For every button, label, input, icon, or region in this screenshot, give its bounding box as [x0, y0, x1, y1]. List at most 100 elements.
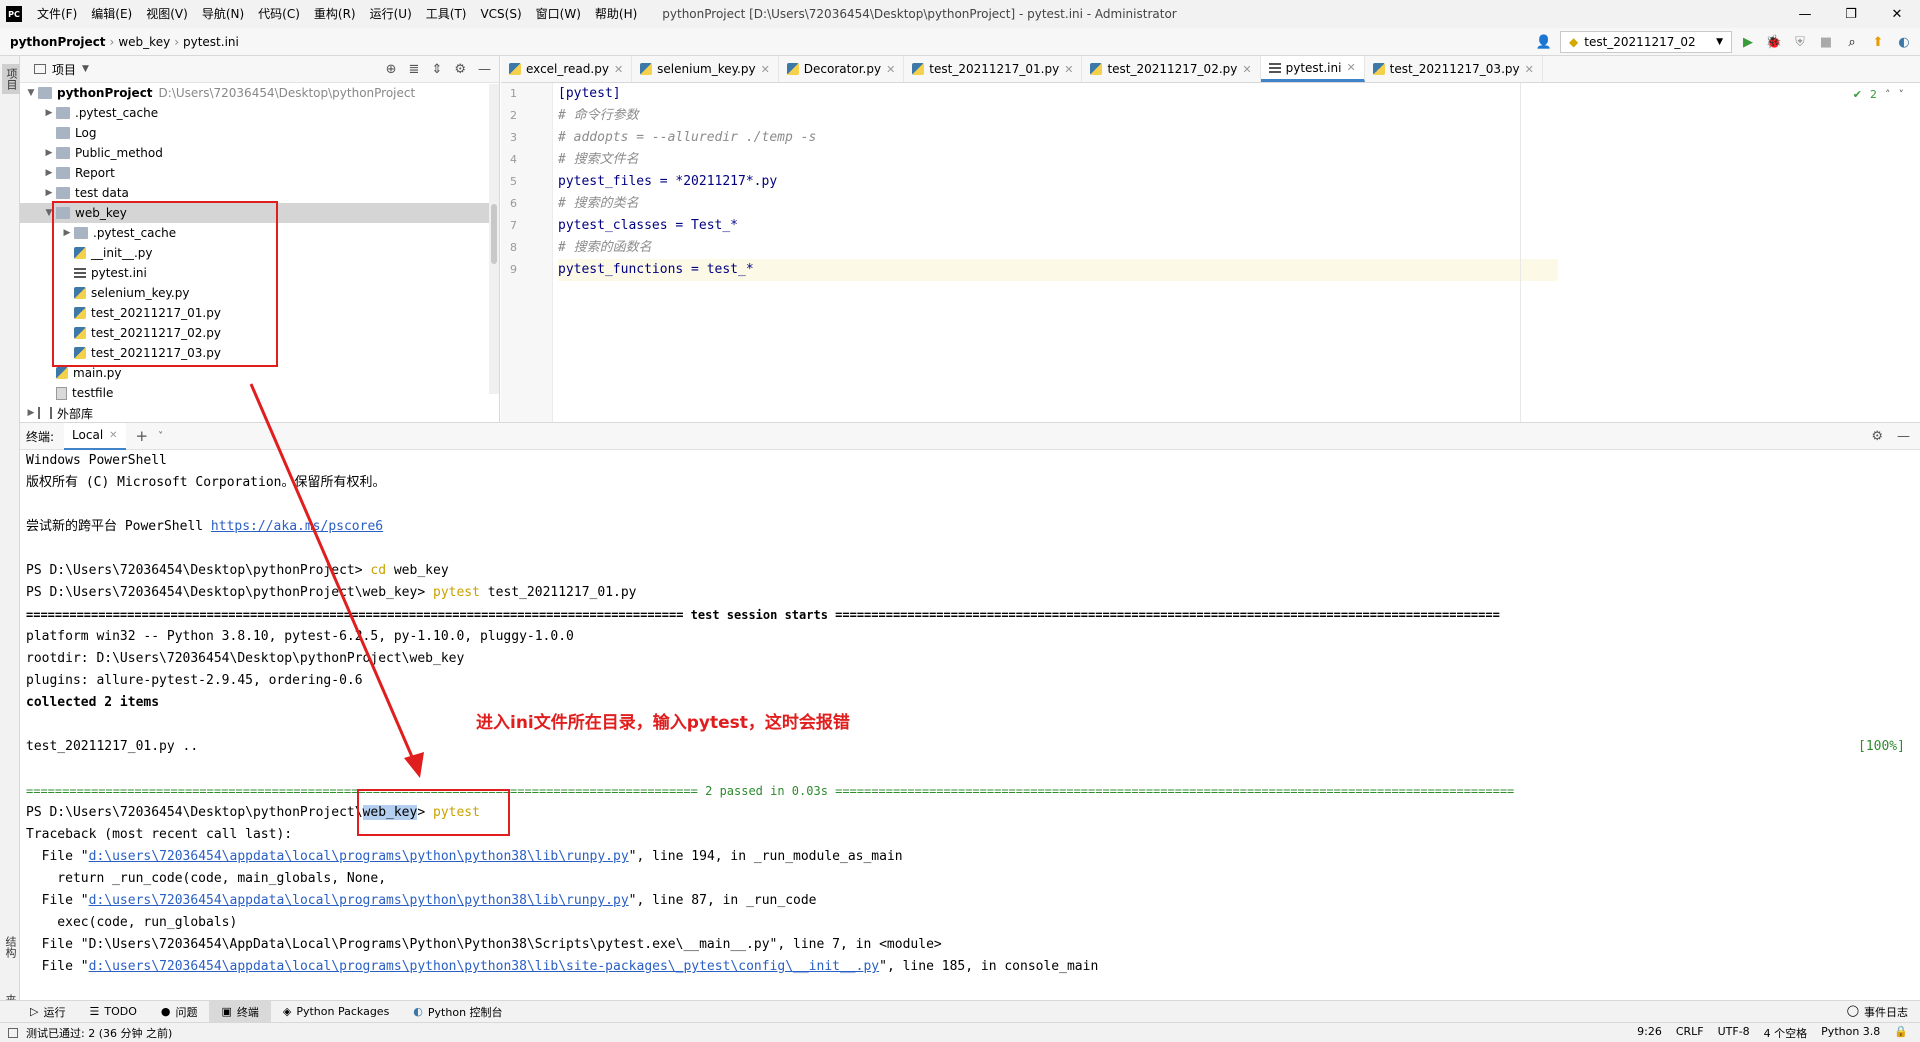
hide-icon[interactable]: —: [478, 62, 491, 77]
project-scrollbar[interactable]: [489, 84, 499, 394]
terminal-line: 版权所有 (C) Microsoft Corporation。保留所有权利。: [26, 475, 386, 490]
add-icon[interactable]: +: [136, 427, 149, 445]
scrollbar-thumb[interactable]: [491, 204, 497, 264]
chevron-right-icon[interactable]: ▶: [42, 188, 56, 198]
chevron-down-icon[interactable]: ˅: [158, 431, 163, 442]
status-window-icon[interactable]: [8, 1027, 18, 1038]
close-icon[interactable]: ✕: [109, 430, 117, 441]
tree-item-test-data[interactable]: ▶ test data: [20, 183, 499, 203]
python-interpreter[interactable]: Python 3.8: [1821, 1025, 1880, 1041]
gear-icon[interactable]: ⚙: [1871, 429, 1883, 444]
debug-icon[interactable]: 🐞: [1764, 32, 1784, 52]
menu-edit[interactable]: 编辑(E): [84, 0, 139, 28]
gear-icon[interactable]: ⚙: [454, 62, 466, 77]
tab-python-packages[interactable]: ◈ Python Packages: [271, 1001, 401, 1023]
chevron-up-icon[interactable]: ˄: [1885, 88, 1891, 101]
coverage-icon[interactable]: ⛨: [1790, 32, 1810, 52]
project-tool-tab[interactable]: 项目: [2, 64, 20, 94]
locate-icon[interactable]: ⊕: [386, 62, 397, 77]
breadcrumb-project[interactable]: pythonProject: [0, 35, 110, 49]
file-link[interactable]: d:\users\72036454\appdata\local\programs…: [89, 893, 629, 908]
file-link[interactable]: d:\users\72036454\appdata\local\programs…: [89, 959, 880, 974]
close-icon[interactable]: ✕: [886, 63, 895, 76]
inspection-widget[interactable]: ✔ 2 ˄ ˅: [1853, 88, 1904, 101]
close-icon[interactable]: ✕: [1874, 0, 1920, 28]
tree-item-log[interactable]: Log: [20, 123, 499, 143]
breadcrumb-folder[interactable]: web_key: [114, 35, 174, 49]
tab-run[interactable]: ▷ 运行: [0, 1001, 77, 1023]
file-encoding[interactable]: UTF-8: [1718, 1025, 1750, 1041]
menu-window[interactable]: 窗口(W): [529, 0, 588, 28]
tab-test-01[interactable]: test_20211217_01.py ✕: [904, 56, 1083, 82]
close-icon[interactable]: ✕: [1525, 63, 1534, 76]
python-logo-icon[interactable]: ◐: [1894, 32, 1914, 52]
collapse-all-icon[interactable]: ⇕: [431, 62, 442, 77]
menu-navigate[interactable]: 导航(N): [195, 0, 251, 28]
menu-view[interactable]: 视图(V): [139, 0, 195, 28]
tree-item-project-root[interactable]: ▼ pythonProject D:\Users\72036454\Deskto…: [20, 83, 499, 103]
tab-todo[interactable]: ☰ TODO: [77, 1001, 148, 1023]
chevron-right-icon[interactable]: ▶: [42, 148, 56, 158]
project-panel-title[interactable]: 项目: [52, 61, 76, 78]
command-arg: web_key: [386, 563, 449, 578]
close-icon[interactable]: ✕: [1064, 63, 1073, 76]
tab-pytest-ini[interactable]: pytest.ini ✕: [1260, 56, 1365, 82]
maximize-icon[interactable]: ❐: [1828, 0, 1874, 28]
indent-setting[interactable]: 4 个空格: [1764, 1025, 1808, 1041]
pscore-link[interactable]: https://aka.ms/pscore6: [211, 519, 383, 534]
tab-selenium-key[interactable]: selenium_key.py ✕: [632, 56, 779, 82]
tab-terminal[interactable]: ▣ 终端: [209, 1000, 271, 1023]
tree-item-public-method[interactable]: ▶ Public_method: [20, 143, 499, 163]
event-log-icon: ◯: [1846, 1003, 1859, 1017]
status-message[interactable]: 测试已通过: 2 (36 分钟 之前): [26, 1025, 172, 1041]
menu-file[interactable]: 文件(F): [30, 0, 84, 28]
structure-tool-tab[interactable]: 结构: [2, 936, 18, 958]
tab-python-console[interactable]: ◐ Python 控制台: [401, 1001, 514, 1023]
tree-item-external-libraries[interactable]: ▶ 外部库: [20, 403, 499, 423]
tree-item-testfile[interactable]: testfile: [20, 383, 499, 403]
run-config-select[interactable]: ◆ test_20211217_02 ▼: [1560, 31, 1732, 53]
chevron-down-icon[interactable]: ▼: [24, 88, 38, 98]
chevron-right-icon[interactable]: ▶: [42, 108, 56, 118]
lock-icon[interactable]: 🔒: [1894, 1025, 1908, 1041]
user-icon[interactable]: 👤: [1534, 32, 1554, 52]
tree-item-report[interactable]: ▶ Report: [20, 163, 499, 183]
tab-label: 终端: [236, 1005, 259, 1019]
close-icon[interactable]: ✕: [1346, 61, 1355, 74]
tab-terminal-local[interactable]: Local ✕: [64, 422, 126, 450]
prompt: PS D:\Users\72036454\Desktop\pythonProje…: [26, 585, 433, 600]
tab-test-02[interactable]: test_20211217_02.py ✕: [1082, 56, 1261, 82]
hide-icon[interactable]: —: [1897, 429, 1910, 444]
close-icon[interactable]: ✕: [761, 63, 770, 76]
search-icon[interactable]: ⌕: [1842, 32, 1862, 52]
chevron-right-icon[interactable]: ▶: [42, 168, 56, 178]
chevron-right-icon[interactable]: ▶: [24, 408, 38, 418]
close-icon[interactable]: ✕: [1242, 63, 1251, 76]
tree-item-pytest-cache[interactable]: ▶ .pytest_cache: [20, 103, 499, 123]
run-icon[interactable]: ▶: [1738, 32, 1758, 52]
tab-test-03[interactable]: test_20211217_03.py ✕: [1365, 56, 1543, 82]
chevron-down-icon[interactable]: ▼: [82, 64, 89, 74]
tab-excel-read[interactable]: excel_read.py ✕: [501, 56, 633, 82]
menu-help[interactable]: 帮助(H): [588, 0, 644, 28]
chevron-down-icon[interactable]: ˅: [1899, 88, 1905, 101]
breadcrumb-file[interactable]: pytest.ini: [179, 35, 243, 49]
event-log-button[interactable]: ◯ 事件日志: [1847, 1004, 1920, 1020]
stop-icon[interactable]: ■: [1816, 32, 1836, 52]
line-separator[interactable]: CRLF: [1676, 1025, 1704, 1041]
navigation-bar: pythonProject › web_key › pytest.ini 👤 ◆…: [0, 28, 1920, 56]
expand-all-icon[interactable]: ≣: [409, 62, 420, 77]
menu-code[interactable]: 代码(C): [251, 0, 307, 28]
minimize-icon[interactable]: —: [1782, 0, 1828, 28]
close-icon[interactable]: ✕: [614, 63, 623, 76]
update-icon[interactable]: ⬆: [1868, 32, 1888, 52]
file-link[interactable]: d:\users\72036454\appdata\local\programs…: [89, 849, 629, 864]
tab-problems[interactable]: ● 问题: [149, 1001, 210, 1023]
tab-decorator[interactable]: Decorator.py ✕: [779, 56, 905, 82]
menu-refactor[interactable]: 重构(R): [307, 0, 363, 28]
tree-item-label: .pytest_cache: [75, 106, 159, 120]
caret-position[interactable]: 9:26: [1637, 1025, 1662, 1041]
menu-run[interactable]: 运行(U): [363, 0, 419, 28]
menu-tools[interactable]: 工具(T): [419, 0, 474, 28]
menu-vcs[interactable]: VCS(S): [473, 0, 528, 28]
